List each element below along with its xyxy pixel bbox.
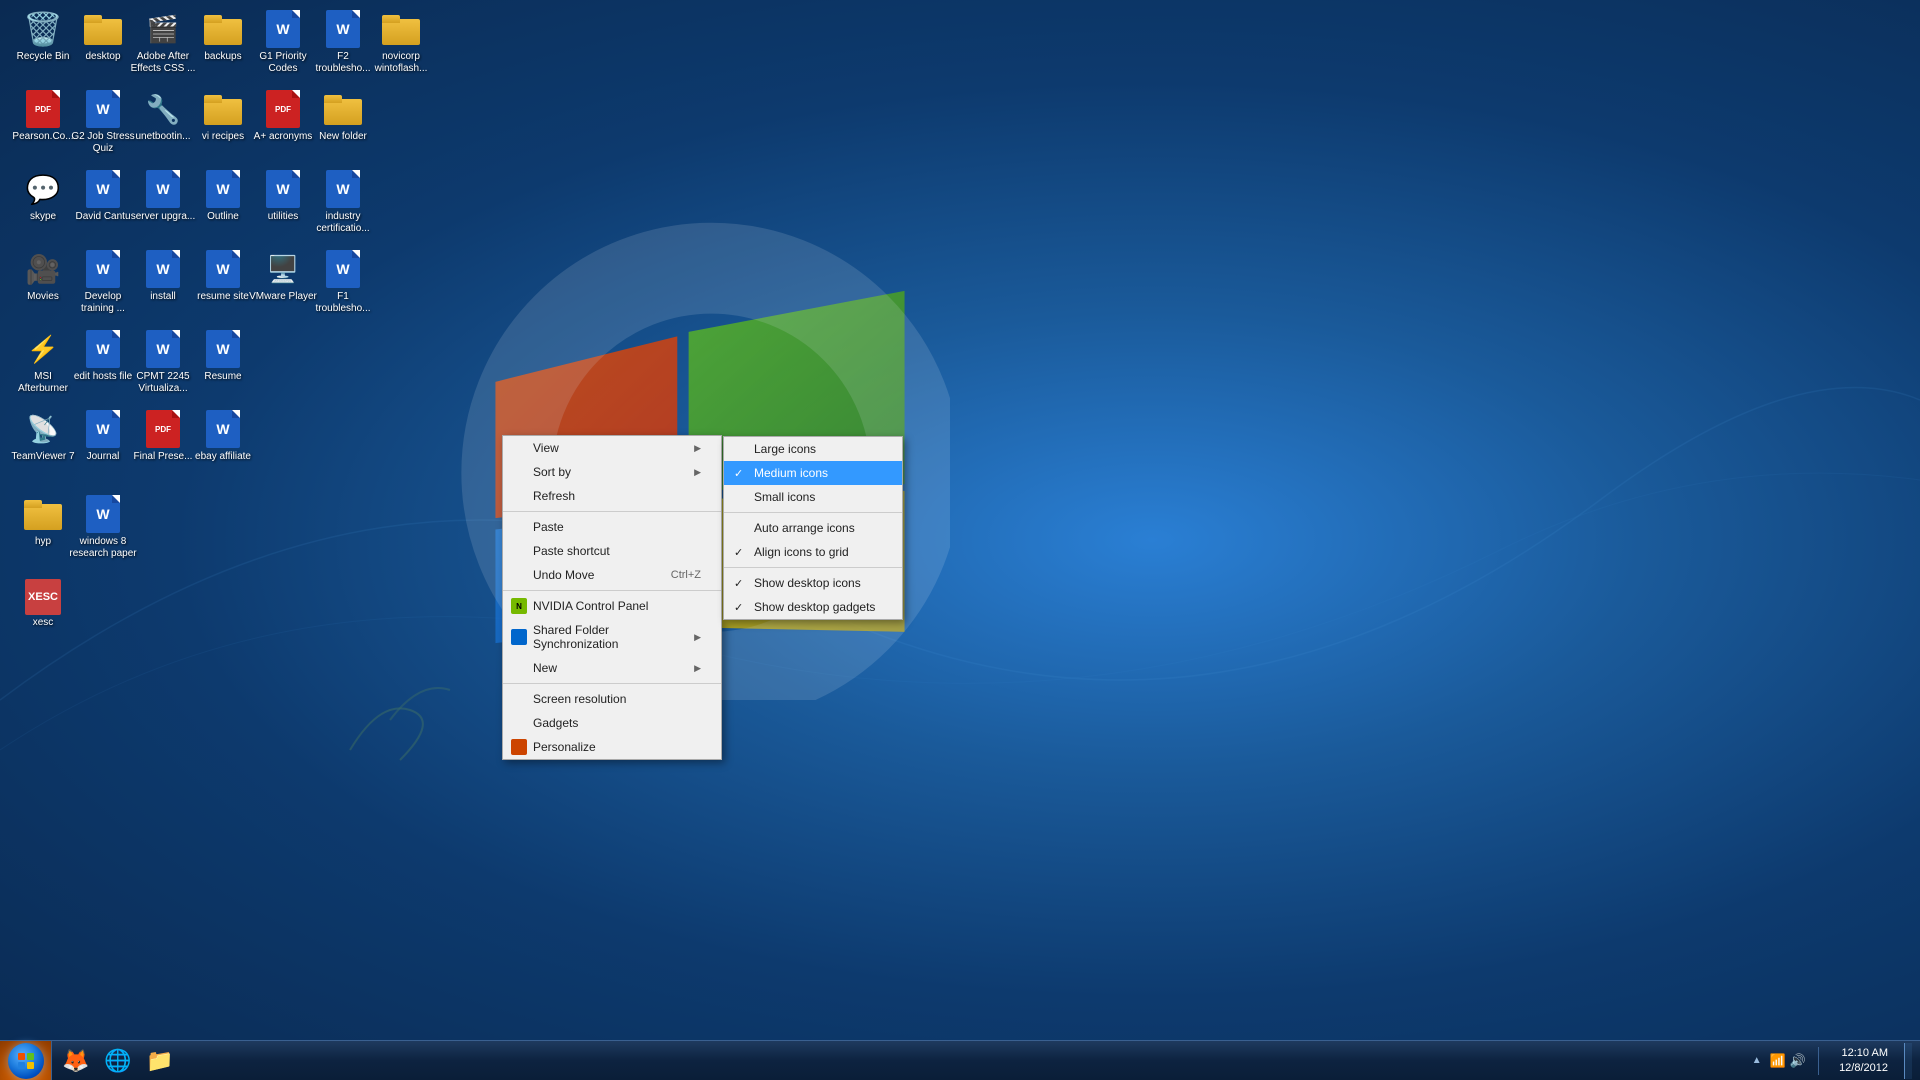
menu-item-gadgets[interactable]: Gadgets <box>503 711 721 735</box>
submenu-item-large-icons[interactable]: Large icons <box>724 437 902 461</box>
icon-industry-cert[interactable]: W industry certificatio... <box>305 165 381 239</box>
view-submenu: Large icons Medium icons Small icons Aut… <box>723 436 903 620</box>
submenu-item-align-icons[interactable]: Align icons to grid <box>724 540 902 564</box>
network-icon[interactable]: 📶 <box>1770 1053 1786 1069</box>
menu-item-paste[interactable]: Paste <box>503 515 721 539</box>
menu-item-screen-resolution[interactable]: Screen resolution <box>503 687 721 711</box>
personalize-icon <box>511 739 527 755</box>
submenu-item-show-desktop-icons[interactable]: Show desktop icons <box>724 571 902 595</box>
icon-f1-troubleshoot[interactable]: W F1 troublesho... <box>305 245 381 319</box>
menu-item-personalize[interactable]: Personalize <box>503 735 721 759</box>
icon-xesc[interactable]: XESC xesc <box>5 575 81 633</box>
desktop-icons-container: 🗑️ Recycle Bin desktop 🎬 Adobe After Eff… <box>0 0 400 1080</box>
taskbar-explorer[interactable]: 📁 <box>140 1043 180 1079</box>
tray-icons: 📶 🔊 <box>1770 1053 1806 1069</box>
submenu-item-show-desktop-gadgets[interactable]: Show desktop gadgets <box>724 595 902 619</box>
icon-resume[interactable]: W Resume <box>185 325 261 387</box>
taskbar-items: 🦊 🌐 📁 <box>52 1041 184 1080</box>
menu-item-refresh[interactable]: Refresh <box>503 484 721 508</box>
icon-ebay-affiliate[interactable]: W ebay affiliate <box>185 405 261 467</box>
icon-windows8-research[interactable]: W windows 8 research paper <box>65 490 141 564</box>
taskbar: 🦊 🌐 📁 ▲ 📶 🔊 12:10 AM 12/8/2012 <box>0 1040 1920 1080</box>
context-menu: View Large icons Medium icons Small icon… <box>502 435 722 760</box>
submenu-item-small-icons[interactable]: Small icons <box>724 485 902 509</box>
menu-item-paste-shortcut[interactable]: Paste shortcut <box>503 539 721 563</box>
submenu-item-medium-icons[interactable]: Medium icons <box>724 461 902 485</box>
volume-icon[interactable]: 🔊 <box>1790 1053 1806 1069</box>
icon-new-folder[interactable]: New folder <box>305 85 381 147</box>
show-desktop-button[interactable] <box>1904 1043 1912 1079</box>
desktop[interactable]: 🗑️ Recycle Bin desktop 🎬 Adobe After Eff… <box>0 0 1920 1080</box>
menu-item-new[interactable]: New <box>503 656 721 680</box>
menu-item-undo-move[interactable]: Undo Move Ctrl+Z <box>503 563 721 587</box>
menu-item-shared-folder[interactable]: Shared Folder Synchronization <box>503 618 721 656</box>
menu-item-nvidia[interactable]: N NVIDIA Control Panel <box>503 594 721 618</box>
clock-date: 12/8/2012 <box>1839 1061 1888 1075</box>
tray-expand[interactable]: ▲ <box>1752 1055 1762 1066</box>
start-orb[interactable] <box>8 1043 44 1079</box>
clock[interactable]: 12:10 AM 12/8/2012 <box>1831 1046 1896 1075</box>
taskbar-right: ▲ 📶 🔊 12:10 AM 12/8/2012 <box>1752 1043 1920 1079</box>
taskbar-firefox[interactable]: 🦊 <box>56 1043 96 1079</box>
nvidia-icon: N <box>511 598 527 614</box>
menu-item-sort-by[interactable]: Sort by <box>503 460 721 484</box>
icon-novicorp[interactable]: novicorp wintoflash... <box>363 5 439 79</box>
start-button[interactable] <box>0 1041 52 1080</box>
submenu-item-auto-arrange[interactable]: Auto arrange icons <box>724 516 902 540</box>
taskbar-ie[interactable]: 🌐 <box>98 1043 138 1079</box>
menu-item-view[interactable]: View <box>503 436 721 460</box>
clock-time: 12:10 AM <box>1839 1046 1888 1060</box>
shared-folder-icon <box>511 629 527 645</box>
